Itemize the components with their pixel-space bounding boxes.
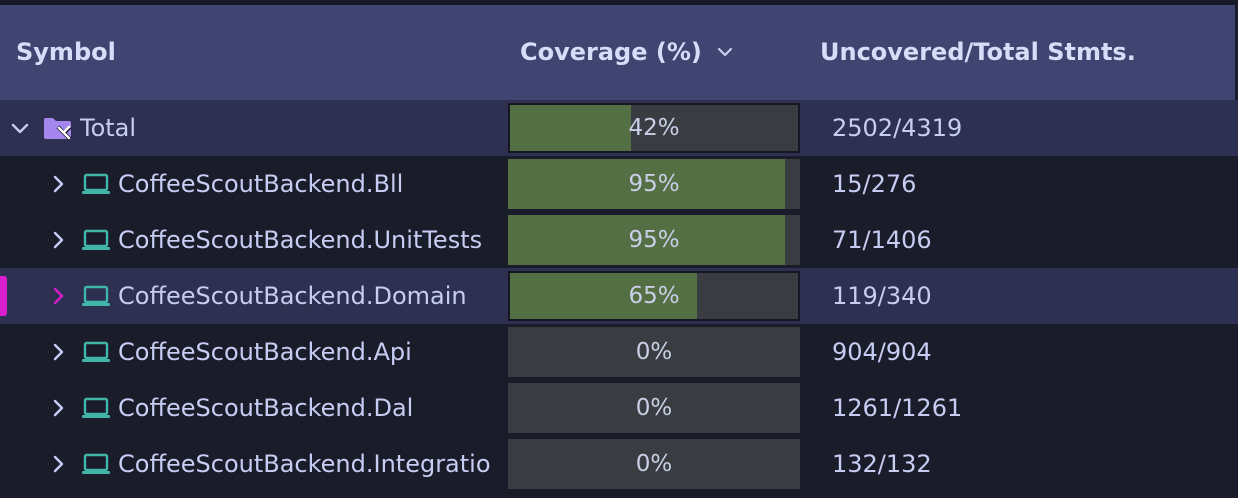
uncovered-total-stmts: 904/904 [832,338,932,366]
coverage-column-header[interactable]: Coverage (%) [520,5,734,100]
laptop-icon [80,281,112,311]
coverage-bar: 42% [508,103,800,153]
coverage-column-label: Coverage (%) [520,38,702,66]
uncovered-column-label: Uncovered/Total Stmts. [820,38,1136,66]
coverage-bar: 0% [508,439,800,489]
uncovered-total-stmts: 2502/4319 [832,114,963,142]
coverage-percent: 0% [635,451,673,477]
symbol-name: CoffeeScoutBackend.Api [118,338,412,366]
coverage-percent: 0% [635,339,673,365]
tree-row-total[interactable]: Total 42% 2502/4319 [0,100,1238,156]
laptop-icon [80,169,112,199]
coverage-bar: 65% [508,271,800,321]
chevron-right-icon[interactable] [46,228,70,252]
symbol-column-header[interactable]: Symbol [16,5,116,100]
chevron-down-icon[interactable] [8,116,32,140]
uncovered-total-stmts: 1261/1261 [832,394,963,422]
coverage-bar: 0% [508,383,800,433]
symbol-name: CoffeeScoutBackend.UnitTests [118,226,483,254]
chevron-right-icon[interactable] [46,172,70,196]
tree-row[interactable]: CoffeeScoutBackend.Dal 0% 1261/1261 [0,380,1238,436]
chevron-right-icon[interactable] [46,340,70,364]
coverage-percent: 42% [628,115,680,141]
selection-marker [0,276,7,316]
coverage-percent: 95% [628,171,680,197]
uncovered-column-header[interactable]: Uncovered/Total Stmts. [820,5,1136,100]
uncovered-total-stmts: 71/1406 [832,226,932,254]
tree-row[interactable]: CoffeeScoutBackend.Bll 95% 15/276 [0,156,1238,212]
table-header: Symbol Coverage (%) Uncovered/Total Stmt… [0,5,1235,100]
symbol-name: CoffeeScoutBackend.Domain [118,282,467,310]
sort-descending-chevron-icon[interactable] [716,3,734,98]
coverage-percent: 0% [635,395,673,421]
symbol-name: CoffeeScoutBackend.Integratio [118,450,491,478]
coverage-bar: 95% [508,159,800,209]
chevron-right-icon[interactable] [46,284,70,308]
coverage-bar: 95% [508,215,800,265]
coverage-percent: 95% [628,227,680,253]
symbol-name: CoffeeScoutBackend.Dal [118,394,414,422]
laptop-icon [80,393,112,423]
tree-row[interactable]: CoffeeScoutBackend.Api 0% 904/904 [0,324,1238,380]
laptop-icon [80,449,112,479]
chevron-right-icon[interactable] [46,396,70,420]
tree-row[interactable]: CoffeeScoutBackend.Integratio 0% 132/132 [0,436,1238,492]
coverage-percent: 65% [628,283,680,309]
tree-row[interactable]: CoffeeScoutBackend.UnitTests 95% 71/1406 [0,212,1238,268]
laptop-icon [80,337,112,367]
symbol-name: Total [80,114,137,142]
coverage-bar: 0% [508,327,800,377]
symbol-column-label: Symbol [16,38,116,66]
solution-folder-icon [42,113,74,143]
chevron-right-icon[interactable] [46,452,70,476]
laptop-icon [80,225,112,255]
uncovered-total-stmts: 15/276 [832,170,917,198]
tree-row[interactable]: CoffeeScoutBackend.Domain 65% 119/340 [0,268,1238,324]
uncovered-total-stmts: 119/340 [832,282,932,310]
uncovered-total-stmts: 132/132 [832,450,932,478]
symbol-name: CoffeeScoutBackend.Bll [118,170,404,198]
